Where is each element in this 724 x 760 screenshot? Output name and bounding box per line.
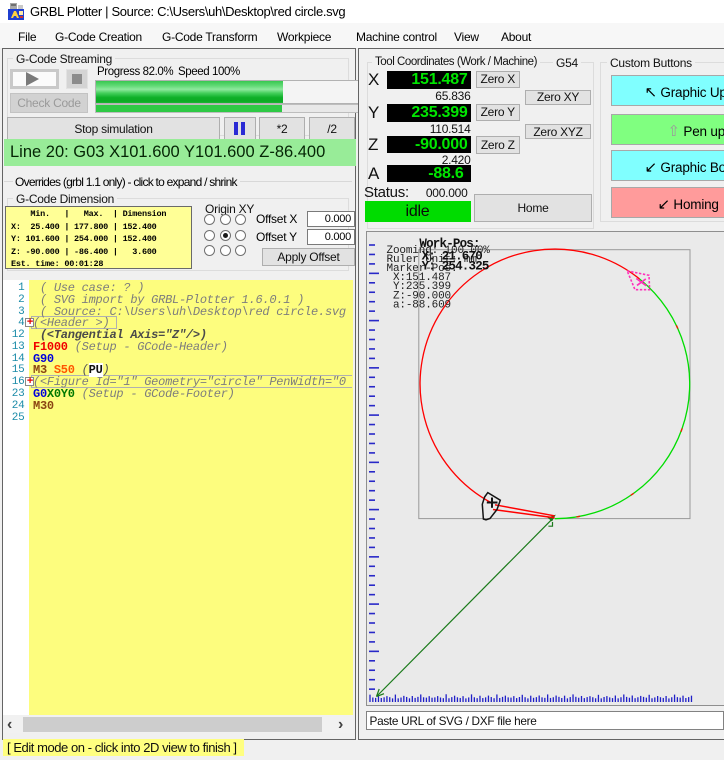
svg-text:a:-88.609: a:-88.609 bbox=[387, 299, 452, 311]
svg-text:Y: 254.325: Y: 254.325 bbox=[422, 259, 489, 273]
